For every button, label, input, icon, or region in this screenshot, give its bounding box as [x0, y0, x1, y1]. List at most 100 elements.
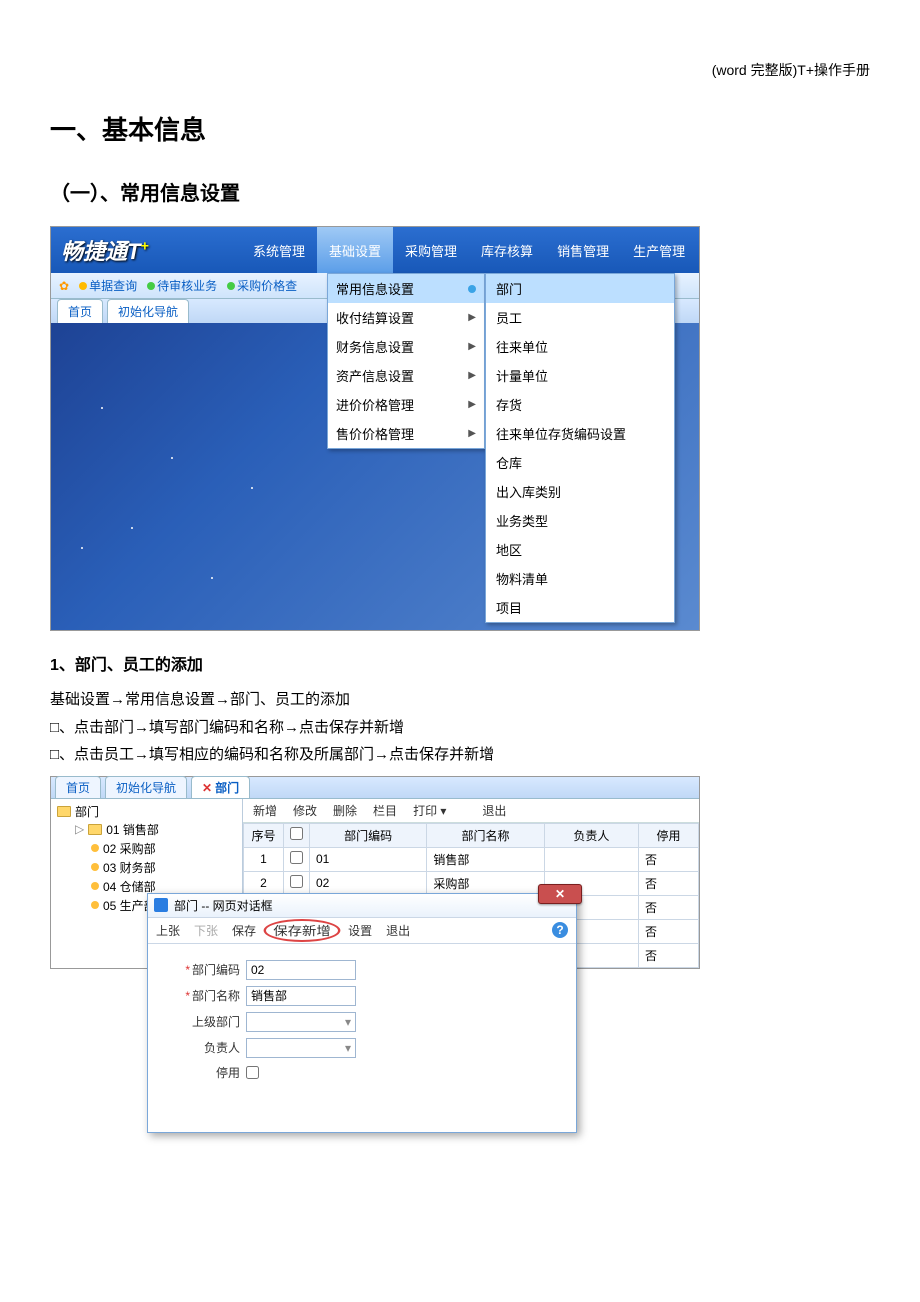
leaf-icon [91, 901, 99, 909]
ie-icon [154, 898, 168, 912]
submenu-partner-inventory-code[interactable]: 往来单位存货编码设置 [486, 419, 674, 448]
col-name: 部门名称 [427, 823, 544, 847]
chevron-right-icon: ▶ [468, 428, 476, 439]
tree-root[interactable]: 部门 [57, 803, 236, 820]
submenu-warehouse[interactable]: 仓库 [486, 448, 674, 477]
menu-sale-price-mgmt[interactable]: 售价价格管理▶ [328, 419, 484, 448]
heading-1: 一、基本信息 [50, 110, 870, 147]
menu-asset-info[interactable]: 资产信息设置▶ [328, 361, 484, 390]
btn-save-new[interactable]: 保存新增 [264, 919, 341, 942]
chevron-right-icon: ▶ [468, 341, 476, 352]
active-dot-icon [468, 285, 476, 293]
btn-prev[interactable]: 上张 [156, 922, 180, 939]
tree-node[interactable]: 03 财务部 [57, 858, 236, 877]
doc-header: (word 完整版)T+操作手册 [50, 60, 870, 80]
submenu-inout-category[interactable]: 出入库类别 [486, 477, 674, 506]
btn-columns[interactable]: 栏目 [373, 802, 397, 819]
btn-save[interactable]: 保存 [232, 922, 256, 939]
checkbox-stop[interactable] [246, 1066, 259, 1079]
dialog-title: 部门 -- 网页对话框 [174, 897, 273, 914]
table-row[interactable]: 1 01 销售部 否 [244, 847, 699, 871]
menu-payment-settings[interactable]: 收付结算设置▶ [328, 303, 484, 332]
leaf-icon [91, 844, 99, 852]
dialog-toolbar: 上张 下张 保存 保存新增 设置 退出 ? [148, 918, 576, 944]
menu-basic-settings[interactable]: 基础设置 [317, 227, 393, 274]
dialog-form: *部门编码 *部门名称 上级部门 ▾ 负责人 ▾ 停用 [148, 944, 576, 1097]
submenu-business-type[interactable]: 业务类型 [486, 506, 674, 535]
leaf-icon [91, 863, 99, 871]
help-icon[interactable]: ? [552, 922, 568, 938]
checkbox-all[interactable] [290, 827, 303, 840]
menu-inventory[interactable]: 库存核算 [469, 227, 545, 274]
chevron-right-icon: ▶ [468, 399, 476, 410]
screenshot-department: 首页 初始化导航 ✕部门 部门 ▷ 01 销售部 02 采购部 03 财务部 0… [50, 776, 700, 969]
tab-department[interactable]: ✕部门 [191, 776, 250, 798]
btn-new[interactable]: 新增 [253, 802, 277, 819]
btn-edit[interactable]: 修改 [293, 802, 317, 819]
top-menu: 系统管理 基础设置 采购管理 库存核算 销售管理 生产管理 [241, 227, 697, 274]
screenshot-menu: 畅捷通T+ 系统管理 基础设置 采购管理 库存核算 销售管理 生产管理 ✿ 单据… [50, 226, 700, 631]
menu-common-info[interactable]: 常用信息设置 [328, 274, 484, 303]
btn-exit[interactable]: 退出 [482, 802, 506, 819]
heading-2: （一）、常用信息设置 [50, 177, 870, 206]
dropdown-basic-settings: 常用信息设置 收付结算设置▶ 财务信息设置▶ 资产信息设置▶ 进价价格管理▶ 售… [327, 273, 485, 449]
btn-delete[interactable]: 删除 [333, 802, 357, 819]
submenu-bom[interactable]: 物料清单 [486, 564, 674, 593]
label-owner: 负责人 [204, 1041, 240, 1055]
input-dept-name[interactable] [246, 986, 356, 1006]
close-icon[interactable]: ✕ [202, 781, 212, 795]
menu-sales[interactable]: 销售管理 [545, 227, 621, 274]
menu-production[interactable]: 生产管理 [621, 227, 697, 274]
dropdown-common-info: 部门 员工 往来单位 计量单位 存货 往来单位存货编码设置 仓库 出入库类别 业… [485, 273, 675, 623]
chevron-down-icon: ▾ [345, 1015, 351, 1029]
gear-icon[interactable]: ✿ [59, 279, 69, 293]
department-dialog: ✕ 部门 -- 网页对话框 上张 下张 保存 保存新增 设置 退出 ? *部门编… [147, 893, 577, 1133]
link-pending-audit[interactable]: 待审核业务 [157, 279, 217, 293]
col-code: 部门编码 [310, 823, 427, 847]
label-stop: 停用 [216, 1066, 240, 1080]
btn-exit[interactable]: 退出 [386, 922, 410, 939]
submenu-inventory[interactable]: 存货 [486, 390, 674, 419]
menu-system[interactable]: 系统管理 [241, 227, 317, 274]
heading-3: 1、部门、员工的添加 [50, 651, 870, 675]
grid-toolbar: 新增 修改 删除 栏目 打印 ▾ 退出 [243, 799, 699, 823]
btn-print[interactable]: 打印 ▾ [413, 802, 446, 819]
submenu-department[interactable]: 部门 [486, 274, 674, 303]
chevron-down-icon: ▾ [345, 1041, 351, 1055]
link-bill-query[interactable]: 单据查询 [89, 279, 137, 293]
chevron-right-icon: ▶ [468, 312, 476, 323]
label-dept-name: 部门名称 [192, 989, 240, 1003]
submenu-region[interactable]: 地区 [486, 535, 674, 564]
submenu-unit[interactable]: 计量单位 [486, 361, 674, 390]
select-parent-dept[interactable]: ▾ [246, 1012, 356, 1032]
submenu-employee[interactable]: 员工 [486, 303, 674, 332]
table-row[interactable]: 2 02 采购部 否 [244, 871, 699, 895]
tree-node[interactable]: 02 采购部 [57, 839, 236, 858]
submenu-partner[interactable]: 往来单位 [486, 332, 674, 361]
tab-home[interactable]: 首页 [57, 299, 103, 323]
row-checkbox[interactable] [290, 851, 303, 864]
btn-settings[interactable]: 设置 [348, 922, 372, 939]
chevron-right-icon: ▶ [468, 370, 476, 381]
menu-purchase-price-mgmt[interactable]: 进价价格管理▶ [328, 390, 484, 419]
folder-icon [88, 824, 102, 835]
tab-home[interactable]: 首页 [55, 776, 101, 798]
link-purchase-price[interactable]: 采购价格查 [237, 279, 297, 293]
paragraph: □、点击部门→填写部门编码和名称→点击保存并新增 [50, 715, 870, 741]
row-checkbox[interactable] [290, 875, 303, 888]
col-stop: 停用 [639, 823, 699, 847]
tab-init-nav[interactable]: 初始化导航 [107, 299, 189, 323]
col-no: 序号 [244, 823, 284, 847]
dialog-title-bar: 部门 -- 网页对话框 [148, 894, 576, 918]
submenu-project[interactable]: 项目 [486, 593, 674, 622]
input-dept-code[interactable] [246, 960, 356, 980]
paragraph: 基础设置→常用信息设置→部门、员工的添加 [50, 687, 870, 713]
menu-purchase[interactable]: 采购管理 [393, 227, 469, 274]
menu-finance-info[interactable]: 财务信息设置▶ [328, 332, 484, 361]
label-dept-code: 部门编码 [192, 963, 240, 977]
tab-init-nav[interactable]: 初始化导航 [105, 776, 187, 798]
select-owner[interactable]: ▾ [246, 1038, 356, 1058]
close-button[interactable]: ✕ [538, 884, 582, 904]
btn-next[interactable]: 下张 [194, 922, 218, 939]
tree-node[interactable]: ▷ 01 销售部 [57, 820, 236, 839]
